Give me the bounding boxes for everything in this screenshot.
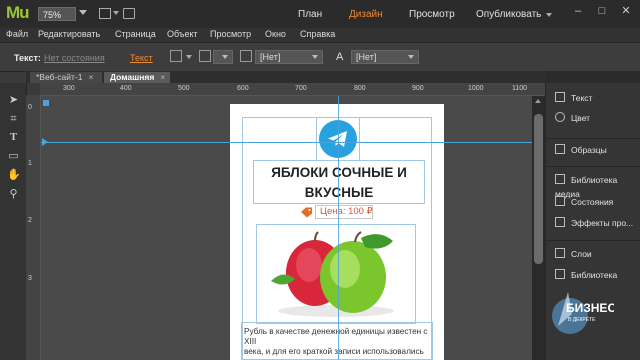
menu-page[interactable]: Страница (115, 29, 156, 39)
library-panel-icon (555, 269, 565, 279)
ruler-label: 300 (63, 85, 75, 92)
text-tool-icon[interactable]: T (7, 131, 20, 144)
menu-window[interactable]: Окно (265, 29, 286, 39)
panel-color[interactable]: Цвет (555, 111, 590, 125)
panel-header (545, 71, 640, 83)
bullet-dropdown-icon[interactable] (186, 55, 192, 59)
tab-close-icon[interactable]: × (160, 72, 165, 82)
ruler-label: 600 (237, 85, 249, 92)
ruler-label: 900 (412, 85, 424, 92)
svg-text:В ДЕКРЕТЕ: В ДЕКРЕТЕ (568, 317, 596, 323)
mode-publish[interactable]: Опубликовать (476, 9, 541, 20)
mode-plan[interactable]: План (298, 9, 322, 20)
bullet-list-icon[interactable] (170, 50, 182, 62)
publish-dropdown-icon[interactable] (546, 13, 552, 17)
ruler-label: 400 (120, 85, 132, 92)
character-style-icon: A (336, 51, 344, 63)
rectangle-tool-icon[interactable]: ▭ (7, 150, 20, 163)
panel-text[interactable]: Текст (555, 91, 592, 105)
menu-edit[interactable]: Редактировать (38, 29, 100, 39)
menu-help[interactable]: Справка (300, 29, 335, 39)
close-icon[interactable]: ✕ (620, 5, 632, 17)
ruler-label: 500 (178, 85, 190, 92)
effects-panel-icon (555, 217, 565, 227)
ruler-label: 700 (295, 85, 307, 92)
menu-object[interactable]: Объект (167, 29, 198, 39)
vertical-guide[interactable] (338, 96, 339, 360)
zoom-tool-icon[interactable]: ⚲ (7, 188, 20, 201)
layers-panel-icon (555, 248, 565, 258)
panel-states[interactable]: Состояния (555, 195, 613, 209)
price-tag-icon (300, 207, 313, 218)
text-panel-icon (555, 92, 565, 102)
state-link[interactable]: Нет состояния (44, 53, 105, 63)
mode-preview[interactable]: Просмотр (409, 9, 455, 20)
states-panel-icon (555, 196, 565, 206)
view-dropdown-icon[interactable] (113, 11, 119, 15)
text-style-link[interactable]: Текст (130, 53, 153, 63)
scrollbar-thumb[interactable] (534, 114, 543, 264)
divider (546, 138, 640, 139)
scroll-up-icon[interactable] (535, 99, 541, 103)
numbered-list-icon[interactable] (199, 50, 211, 62)
menu-file[interactable]: Файл (6, 29, 28, 39)
swatches-panel-icon (555, 144, 565, 154)
panel-library[interactable]: Библиотека (555, 268, 617, 282)
ruler-label: 1 (28, 160, 32, 167)
watermark-logo: БИЗНЕС В ДЕКРЕТЕ (548, 286, 616, 352)
color-panel-icon (555, 112, 565, 122)
ruler-label: 1100 (512, 85, 528, 92)
selection-tool-icon[interactable]: ➤ (7, 94, 20, 107)
zoom-input[interactable]: 75% (38, 7, 76, 21)
view-icon[interactable] (99, 8, 111, 19)
paragraph-style-dropdown[interactable]: [Нет] (255, 50, 323, 64)
maximize-icon[interactable]: □ (596, 5, 608, 17)
divider (546, 166, 640, 167)
character-style-dropdown[interactable]: [Нет] (351, 50, 419, 64)
tab-home[interactable]: Домашняя × (104, 72, 170, 83)
body-text: Рубль в качестве денежной единицы извест… (244, 327, 428, 356)
vertical-ruler (26, 95, 41, 360)
layout-icon[interactable] (123, 8, 135, 19)
hand-tool-icon[interactable]: ✋ (7, 169, 21, 182)
ruler-label: 0 (28, 104, 32, 111)
guide-handle[interactable] (43, 100, 49, 106)
svg-text:БИЗНЕС: БИЗНЕС (566, 301, 614, 315)
tab-close-icon[interactable]: × (88, 72, 93, 82)
mode-design[interactable]: Дизайн (349, 9, 383, 20)
zoom-dropdown-icon[interactable] (79, 10, 87, 15)
price-text: Цена: 100 ₽ (320, 206, 373, 217)
divider (546, 240, 640, 241)
ruler-label: 2 (28, 217, 32, 224)
menu-view[interactable]: Просмотр (210, 29, 251, 39)
panel-layers[interactable]: Слои (555, 247, 592, 261)
page-title: ЯБЛОКИ СОЧНЫЕ И ВКУСНЫЕ (271, 165, 407, 200)
horizontal-guide[interactable] (41, 142, 532, 143)
crop-tool-icon[interactable]: ⌗ (7, 113, 20, 126)
tab-website[interactable]: *Веб-сайт-1 × (30, 72, 102, 83)
panel-library-media[interactable]: Библиотека медиа (555, 173, 640, 199)
text-label: Текст: (14, 53, 41, 63)
library-media-icon (555, 174, 565, 184)
guide-handle[interactable] (42, 138, 48, 146)
paragraph-style-icon[interactable] (240, 50, 252, 62)
ruler-label: 800 (354, 85, 366, 92)
panel-swatches[interactable]: Образцы (555, 143, 607, 157)
ruler-label: 1000 (468, 85, 484, 92)
minimize-icon[interactable]: – (572, 5, 584, 17)
ruler-label: 3 (28, 275, 32, 282)
apple-image[interactable] (256, 224, 416, 324)
panel-effects[interactable]: Эффекты про... (555, 216, 633, 230)
numbered-dropdown[interactable] (213, 50, 233, 64)
app-logo: Mu (6, 3, 30, 22)
